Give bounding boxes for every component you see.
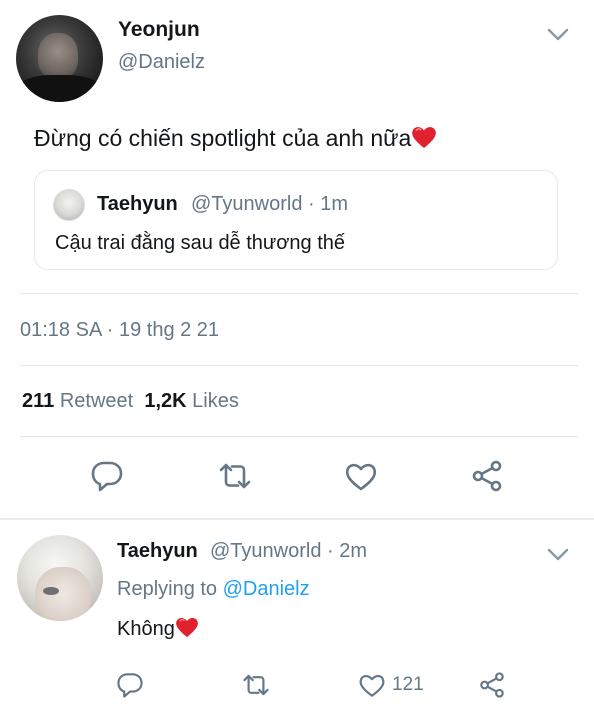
tweet-timestamp[interactable]: 01:18 SA · 19 thg 2 21 [20,319,219,342]
avatar[interactable] [16,15,103,102]
reply-avatar[interactable] [17,535,103,621]
retweet-label[interactable]: Retweet [60,390,133,412]
avatar-photo-detail [38,33,78,79]
divider [20,293,578,294]
share-button[interactable] [467,456,507,496]
retweet-count[interactable]: 211 [22,390,54,412]
avatar-photo-detail [16,75,103,102]
reply-text: Không [117,616,199,641]
quoted-tweet-text: Cậu trai đằng sau dễ thương thế [55,232,346,254]
reply-button[interactable] [110,665,150,705]
replying-to-line: Replying to @Danielz [117,578,310,601]
avatar-photo-detail [43,587,59,595]
replying-to-prefix: Replying to [117,578,218,600]
like-button[interactable]: 121 [358,665,424,705]
avatar-photo-detail [35,567,91,621]
share-button[interactable] [472,665,512,705]
tweet-stats: 211 Retweet 1,2K Likes [22,390,239,413]
share-icon [480,672,504,698]
replying-to-mention[interactable]: @Danielz [223,578,310,600]
reply-icon [117,673,143,698]
divider [20,365,578,366]
divider [20,436,578,437]
author-name[interactable]: Yeonjun [118,18,200,42]
like-count: 121 [392,674,424,695]
author-handle[interactable]: @Danielz [118,51,205,74]
quoted-tweet-card[interactable]: Taehyun @Tyunworld · 1m Cậu trai đằng sa… [34,170,558,270]
reply-text-content: Không [117,618,175,640]
retweet-icon [243,674,269,696]
red-heart-emoji [175,617,198,638]
reply-icon [91,461,123,492]
retweet-button[interactable] [215,456,255,496]
quoted-author-meta: @Tyunworld · 1m [191,193,349,215]
heart-icon [359,675,385,697]
retweet-button[interactable] [236,665,276,705]
reply-button[interactable] [87,456,127,496]
retweet-icon [219,463,251,489]
likes-label[interactable]: Likes [192,390,239,412]
like-button[interactable] [341,456,381,496]
red-heart-emoji [412,127,437,148]
chevron-down-icon[interactable] [547,548,569,562]
likes-count[interactable]: 1,2K [144,390,186,412]
quoted-author-name: Taehyun [97,193,178,215]
heart-icon [345,463,377,491]
tweet-text-content: Đừng có chiến spotlight của anh nữa [34,125,412,151]
share-icon [472,460,502,492]
chevron-down-icon[interactable] [547,28,569,42]
reply-author-meta: @Tyunworld · 2m [210,540,368,562]
divider [0,518,594,520]
tweet-text: Đừng có chiến spotlight của anh nữa [34,125,437,152]
reply-author-name[interactable]: Taehyun [117,540,198,563]
quoted-avatar [53,189,85,221]
